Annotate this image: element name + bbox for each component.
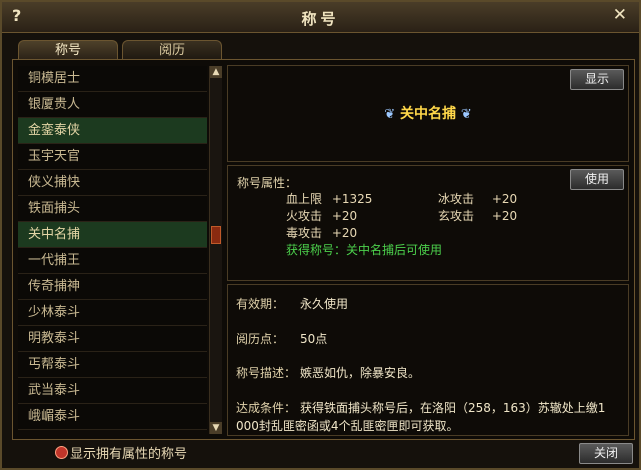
wing-left-icon: ❦	[384, 107, 396, 122]
list-item[interactable]: 武当泰斗	[18, 378, 207, 404]
wing-right-icon: ❦	[460, 107, 472, 122]
scroll-down-icon[interactable]: ▼	[210, 422, 222, 434]
attr-value: +20	[491, 192, 518, 206]
title-name-display: ❦ 关中名捕 ❦	[228, 103, 628, 123]
list-item[interactable]: 金銮泰侠	[18, 118, 207, 144]
show-attr-toggle[interactable]	[55, 446, 68, 459]
condition-line-2: 000封乱匪密函或4个乱匪密匣即可获取。	[236, 419, 459, 433]
close-icon[interactable]: ✕	[613, 5, 627, 25]
description-value: 嫉恶如仇，除暴安良。	[300, 366, 421, 380]
list-item-selected[interactable]: 关中名捕	[18, 222, 207, 248]
title-window: ? 称号 ✕ 称号 阅历 铜模居士 银厦贵人 金銮泰侠 玉宇天官 侠义捕快 铁面…	[0, 0, 641, 470]
list-item[interactable]: 丐帮泰斗	[18, 352, 207, 378]
info-box: 有效期： 永久使用 阅历点： 50点 称号描述： 嫉恶如仇，除暴安良。 达成条件…	[227, 284, 629, 436]
points-label: 阅历点：	[236, 332, 285, 346]
list-item[interactable]: 峨嵋泰斗	[18, 404, 207, 430]
list-item[interactable]: 一代捕王	[18, 248, 207, 274]
attr-hp: 血上限 +1325	[286, 190, 372, 207]
show-button[interactable]: 显示	[570, 69, 624, 90]
description-label: 称号描述：	[236, 366, 297, 380]
list-item[interactable]: 传奇捕神	[18, 274, 207, 300]
scroll-thumb[interactable]	[211, 226, 221, 244]
show-attr-label[interactable]: 显示拥有属性的称号	[70, 443, 187, 462]
list-item[interactable]: 玉宇天官	[18, 144, 207, 170]
attr-fire: 火攻击 +20	[286, 207, 357, 224]
title-bar: ? 称号 ✕	[2, 2, 639, 33]
points-value: 50点	[300, 332, 328, 346]
list-item[interactable]: 铜模居士	[18, 66, 207, 92]
use-button[interactable]: 使用	[570, 169, 624, 190]
attr-ice: 冰攻击 +20	[438, 190, 517, 207]
list-item[interactable]: 侠义捕快	[18, 170, 207, 196]
scroll-up-icon[interactable]: ▲	[210, 66, 222, 78]
attr-value: +20	[331, 209, 358, 223]
obtain-note: 获得称号：关中名捕后可使用	[286, 243, 443, 257]
tab-experience[interactable]: 阅历	[122, 40, 222, 60]
attributes-label: 称号属性：	[237, 176, 298, 190]
attributes-box: 称号属性： 使用 血上限 +1325 冰攻击 +20 火攻击 +20 玄攻击 +…	[227, 165, 629, 281]
attr-name: 冰攻击	[438, 192, 475, 206]
condition-label: 达成条件：	[236, 401, 297, 415]
attr-value: +1325	[331, 192, 373, 206]
attr-value: +20	[331, 226, 358, 240]
attr-poison: 毒攻击 +20	[286, 224, 357, 241]
attr-name: 火攻击	[286, 209, 323, 223]
window-title: 称号	[301, 10, 340, 28]
list-item[interactable]: 少林泰斗	[18, 300, 207, 326]
attr-mystic: 玄攻击 +20	[438, 207, 517, 224]
attr-name: 血上限	[286, 192, 323, 206]
tab-title[interactable]: 称号	[18, 40, 118, 60]
list-item[interactable]: 银厦贵人	[18, 92, 207, 118]
attr-name: 毒攻击	[286, 226, 323, 240]
title-list: 铜模居士 银厦贵人 金銮泰侠 玉宇天官 侠义捕快 铁面捕头 关中名捕 一代捕王 …	[18, 66, 207, 434]
validity-value: 永久使用	[300, 297, 349, 311]
list-item[interactable]: 明教泰斗	[18, 326, 207, 352]
list-scrollbar[interactable]: ▲ ▼	[209, 66, 222, 434]
condition-line-1: 获得铁面捕头称号后，在洛阳（258，163）苏辙处上缴1	[300, 401, 606, 415]
title-display-box: 显示 ❦ 关中名捕 ❦	[227, 65, 629, 162]
attr-value: +20	[491, 209, 518, 223]
attr-name: 玄攻击	[438, 209, 475, 223]
list-item[interactable]: 铁面捕头	[18, 196, 207, 222]
close-button[interactable]: 关闭	[579, 443, 633, 464]
validity-label: 有效期：	[236, 297, 285, 311]
title-name: 关中名捕	[400, 106, 456, 122]
